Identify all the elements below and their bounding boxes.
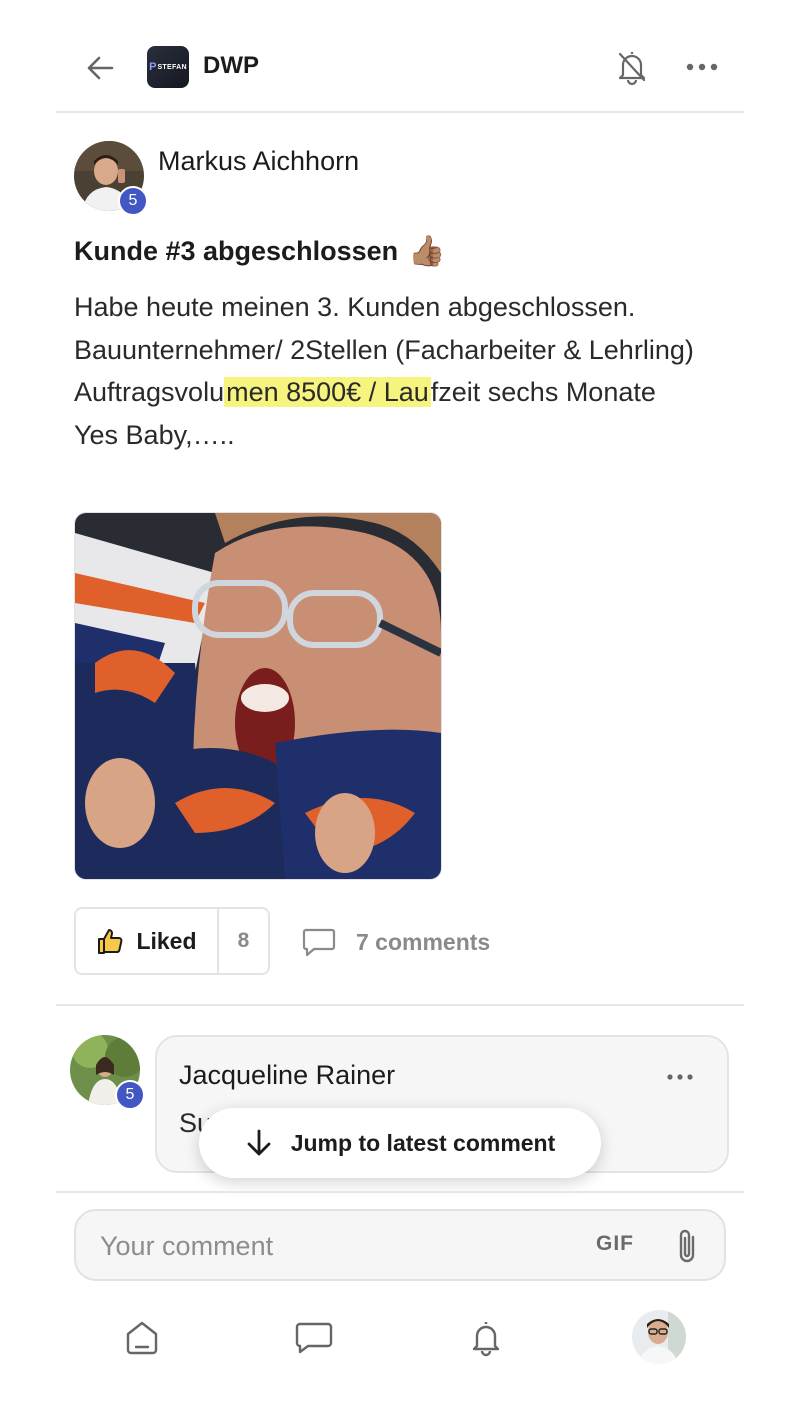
post-body-text: Auftragsvolu: [74, 377, 225, 407]
nav-home[interactable]: [116, 1312, 168, 1364]
post-body-line: Habe heute meinen 3. Kunden abgeschlosse…: [74, 292, 636, 322]
home-icon: [126, 1321, 158, 1355]
gif-button[interactable]: GIF: [596, 1232, 634, 1256]
like-group: Liked 8: [74, 907, 270, 975]
header-divider: [56, 111, 744, 113]
post-body-line: Bauunternehmer/ 2Stellen (Facharbeiter &…: [74, 334, 694, 365]
more-dots-icon: [667, 1074, 693, 1080]
comment-icon: [302, 928, 336, 957]
bell-icon: [472, 1322, 500, 1357]
comments-count-label: 7 comments: [356, 928, 491, 955]
author-name[interactable]: Markus Aichhorn: [158, 146, 359, 177]
back-button[interactable]: [80, 48, 120, 88]
post-title: Kunde #3 abgeschlossen 👍🏽: [74, 234, 445, 269]
post-body-text: fzeit sechs Monate: [430, 377, 656, 407]
post-body-line: Yes Baby,…..: [74, 419, 235, 450]
commenter-level-badge: 5: [115, 1080, 145, 1110]
logo-letter: P: [149, 61, 157, 73]
nav-notifications[interactable]: [460, 1312, 512, 1364]
profile-photo: [632, 1310, 686, 1364]
jump-label: Jump to latest comment: [290, 1129, 556, 1156]
notifications-off-button[interactable]: [612, 46, 652, 88]
like-label: Liked: [136, 927, 197, 954]
highlighted-text: men 8500€ / Lau: [224, 377, 431, 407]
bell-off-icon: [618, 52, 646, 86]
arrow-down-icon: [247, 1129, 271, 1156]
like-button[interactable]: Liked: [76, 909, 219, 973]
post-body: Habe heute meinen 3. Kunden abgeschlosse…: [74, 286, 754, 456]
group-name[interactable]: DWP: [203, 52, 259, 80]
group-logo[interactable]: P STEFAN: [147, 46, 189, 88]
author-level-badge: 5: [118, 186, 148, 216]
attach-button[interactable]: [672, 1226, 702, 1266]
post-body-line: Auftragsvolumen 8500€ / Laufzeit sechs M…: [74, 371, 754, 414]
nav-chat[interactable]: [288, 1312, 340, 1364]
thumbs-up-icon: [98, 929, 123, 954]
more-options-button[interactable]: [680, 52, 724, 82]
chat-icon: [295, 1322, 333, 1354]
more-dots-icon: [686, 63, 718, 71]
post-title-text: Kunde #3 abgeschlossen: [74, 236, 399, 266]
thumbs-up-emoji: 👍🏽: [408, 235, 446, 268]
like-count[interactable]: 8: [219, 909, 268, 973]
gif-illustration: [75, 513, 441, 879]
commenter-name[interactable]: Jacqueline Rainer: [179, 1060, 395, 1091]
jump-to-latest-button[interactable]: Jump to latest comment: [199, 1108, 601, 1178]
nav-profile-avatar[interactable]: [632, 1310, 686, 1364]
comments-link[interactable]: 7 comments: [302, 921, 490, 963]
composer-divider: [56, 1191, 744, 1193]
arrow-left-icon: [87, 56, 114, 80]
comment-input[interactable]: [98, 1225, 562, 1267]
logo-text: STEFAN: [157, 63, 187, 71]
paperclip-icon: [679, 1229, 695, 1263]
comments-divider: [56, 1004, 744, 1006]
post-gif-image[interactable]: [74, 512, 442, 880]
comment-more-button[interactable]: [660, 1063, 700, 1091]
